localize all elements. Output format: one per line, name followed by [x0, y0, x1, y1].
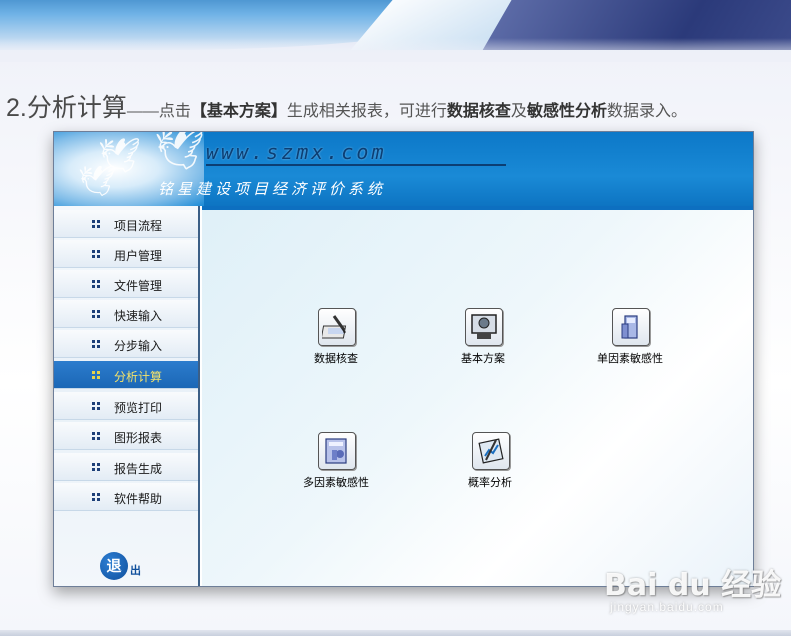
bullet-dots-icon [92, 463, 100, 471]
sidebar-item-step-input[interactable]: 分步输入 [54, 330, 198, 358]
caption-term-data-check: 数据核查 [446, 103, 511, 120]
app-header: 🕊 🕊 🕊 www.szmx.com 铭星建设项目经济评价系统 [54, 131, 753, 210]
sidebar-item-label: 文件管理 [114, 279, 163, 293]
data-check-icon [318, 308, 356, 346]
system-title: 铭星建设项目经济评价系统 [158, 180, 387, 198]
caption-prefix: 点击 [158, 103, 191, 120]
caption-suffix: 数据录入。 [606, 103, 687, 120]
probability-icon [472, 432, 510, 470]
sidebar-item-label: 预览打印 [114, 401, 163, 415]
sidebar-item-label: 分析计算 [114, 370, 163, 384]
bullet-dots-icon [92, 220, 100, 228]
baidu-logo: Bai du 经验 [604, 568, 782, 603]
step-number-title: 2.分析计算 [6, 94, 127, 122]
bullet-dots-icon [92, 340, 100, 348]
sidebar-item-label: 图形报表 [114, 431, 163, 445]
sidebar-item-quick-input[interactable]: 快速输入 [54, 300, 198, 328]
sidebar-item-report-generation[interactable]: 报告生成 [54, 453, 198, 481]
exit-button[interactable]: 退 出 [100, 552, 160, 582]
top-decorative-banner [0, 0, 791, 62]
single-factor-sensitivity-button[interactable]: 单因素敏感性 [580, 308, 680, 372]
bullet-dots-icon [92, 310, 100, 318]
bullet-dots-icon [92, 432, 100, 440]
exit-icon: 退 [100, 552, 128, 580]
sidebar-item-software-help[interactable]: 软件帮助 [54, 483, 198, 511]
sidebar-item-label: 用户管理 [114, 249, 163, 263]
single-factor-icon [612, 308, 650, 346]
sidebar-menu: 项目流程 用户管理 文件管理 快速输入 分步输入 分析计算 预览打印 图形报表 [54, 206, 200, 586]
sidebar-item-label: 项目流程 [114, 219, 163, 233]
sidebar-item-analysis-calc[interactable]: 分析计算 [54, 361, 198, 389]
sidebar-item-graphic-report[interactable]: 图形报表 [54, 422, 198, 450]
function-label: 概率分析 [468, 477, 512, 489]
caption-middle: 生成相关报表，可进行 [286, 103, 447, 120]
function-label: 多因素敏感性 [303, 477, 369, 489]
function-label: 基本方案 [461, 353, 505, 365]
sidebar-item-project-flow[interactable]: 项目流程 [54, 210, 198, 238]
banner-fade [0, 38, 791, 62]
probability-analysis-button[interactable]: 概率分析 [440, 432, 540, 496]
sidebar-item-label: 快速输入 [114, 309, 163, 323]
function-label: 数据核查 [314, 353, 358, 365]
caption-joiner: 及 [510, 103, 527, 120]
sidebar-item-print-preview[interactable]: 预览打印 [54, 392, 198, 420]
website-url: www.szmx.com [206, 140, 506, 166]
sidebar-item-label: 报告生成 [114, 462, 163, 476]
sidebar-item-label: 软件帮助 [114, 492, 163, 506]
bullet-dots-icon [92, 402, 100, 410]
caption-dash: —— [126, 103, 159, 120]
multi-factor-icon [318, 432, 356, 470]
exit-label: 出 [130, 565, 141, 577]
sidebar-item-file-management[interactable]: 文件管理 [54, 270, 198, 298]
app-window: 🕊 🕊 🕊 www.szmx.com 铭星建设项目经济评价系统 项目流程 用户管… [53, 131, 754, 587]
bullet-dots-icon [92, 280, 100, 288]
data-check-button[interactable]: 数据核查 [286, 308, 386, 372]
basic-plan-icon [465, 308, 503, 346]
function-panel: 数据核查 基本方案 单因素敏感性 多因素敏感性 概率分析 [202, 210, 753, 586]
sidebar-item-user-management[interactable]: 用户管理 [54, 240, 198, 268]
bottom-strip [0, 630, 791, 636]
watermark-url: jingyan.baidu.com [610, 600, 724, 614]
bullet-dots-icon [92, 371, 100, 379]
basic-plan-button[interactable]: 基本方案 [433, 308, 533, 372]
sidebar-item-label: 分步输入 [114, 339, 163, 353]
multi-factor-sensitivity-button[interactable]: 多因素敏感性 [286, 432, 386, 496]
bullet-dots-icon [92, 250, 100, 258]
baidu-jingyan-watermark: Bai du 经验 jingyan.baidu.com [604, 560, 784, 620]
function-label: 单因素敏感性 [597, 353, 663, 365]
caption-bracket-term: 【基本方案】 [190, 103, 287, 120]
step-caption: 2.分析计算——点击【基本方案】生成相关报表，可进行数据核查及敏感性分析数据录入… [6, 88, 791, 128]
bullet-dots-icon [92, 493, 100, 501]
caption-term-sensitivity: 敏感性分析 [526, 103, 607, 120]
dove-icon: 🕊 [78, 164, 117, 199]
dove-icon: 🕊 [154, 131, 205, 173]
